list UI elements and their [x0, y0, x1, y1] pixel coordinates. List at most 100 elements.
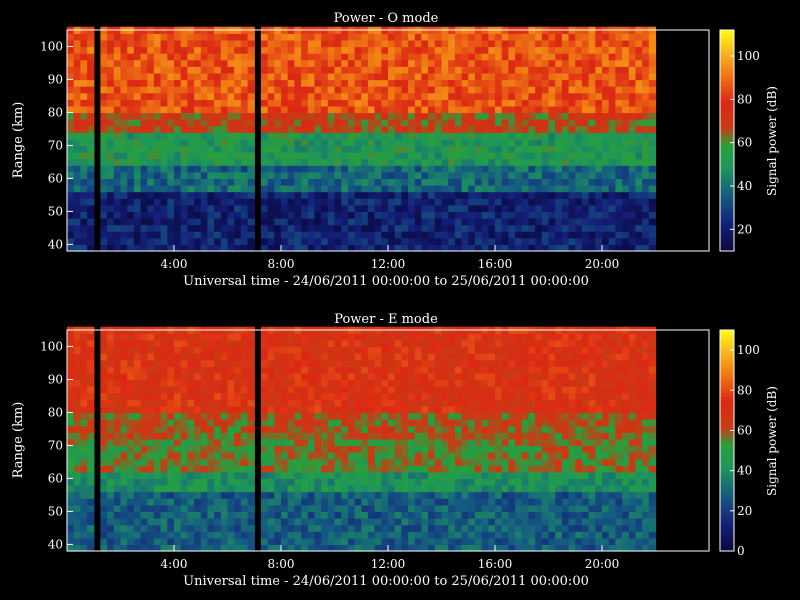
heatmap-cell — [167, 366, 175, 374]
heatmap-cell — [441, 504, 449, 512]
heatmap-cell — [414, 531, 423, 539]
heatmap-cell — [535, 185, 543, 193]
heatmap-cell — [454, 366, 463, 374]
heatmap-cell — [448, 86, 456, 94]
heatmap-cell — [341, 366, 349, 374]
heatmap-cell — [367, 204, 376, 212]
heatmap-cell — [401, 478, 409, 486]
heatmap-cell — [234, 218, 242, 226]
heatmap-cell — [381, 518, 389, 526]
heatmap-cell — [521, 53, 530, 61]
heatmap-cell — [73, 392, 81, 400]
heatmap-cell — [361, 152, 369, 160]
heatmap-cell — [234, 346, 242, 354]
heatmap-cell — [174, 518, 182, 526]
heatmap-cell — [454, 138, 463, 147]
heatmap-cell — [608, 145, 616, 153]
heatmap-cell — [167, 372, 175, 381]
heatmap-cell — [240, 171, 249, 179]
heatmap-cell — [394, 405, 402, 414]
heatmap-cell — [421, 504, 429, 512]
heatmap-cell — [274, 511, 282, 519]
heatmap-cell — [341, 105, 349, 114]
heatmap-cell — [240, 465, 249, 473]
heatmap-cell — [160, 537, 168, 545]
heatmap-cell — [267, 524, 275, 532]
heatmap-cell — [515, 171, 523, 179]
heatmap-cell — [234, 92, 242, 100]
heatmap-cell — [381, 445, 389, 453]
heatmap-cell — [180, 165, 188, 173]
y-tick-label: 60 — [48, 171, 63, 185]
heatmap-cell — [622, 165, 630, 173]
heatmap-cell — [488, 33, 496, 41]
heatmap-cell — [414, 185, 423, 193]
heatmap-cell — [501, 165, 509, 173]
heatmap-cell — [281, 79, 289, 87]
heatmap-cell — [160, 531, 168, 539]
heatmap-cell — [347, 498, 356, 506]
heatmap-cell — [367, 53, 376, 61]
heatmap-cell — [200, 511, 209, 519]
heatmap-cell — [133, 339, 142, 348]
heatmap-cell — [347, 72, 356, 81]
heatmap-cell — [528, 112, 536, 120]
heatmap-cell — [568, 132, 576, 140]
heatmap-cell — [240, 185, 249, 193]
heatmap-cell — [461, 171, 469, 179]
heatmap-cell — [367, 366, 376, 374]
heatmap-cell — [227, 53, 235, 61]
heatmap-cell — [67, 178, 75, 186]
heatmap-cell — [153, 405, 162, 414]
heatmap-cell — [388, 379, 396, 387]
heatmap-cell — [461, 498, 469, 506]
heatmap-cell — [294, 218, 302, 226]
heatmap-cell — [454, 425, 463, 433]
heatmap-cell — [301, 145, 309, 153]
heatmap-cell — [468, 33, 476, 41]
heatmap-cell — [174, 445, 182, 453]
heatmap-cell — [381, 191, 389, 199]
heatmap-cell — [448, 412, 456, 420]
heatmap-cell — [588, 105, 596, 114]
heatmap-cell — [401, 105, 409, 114]
heatmap-cell — [461, 125, 469, 133]
heatmap-cell — [247, 452, 255, 460]
heatmap-cell — [107, 537, 115, 545]
heatmap-cell — [481, 39, 489, 48]
heatmap-cell — [107, 178, 115, 186]
heatmap-cell — [260, 59, 269, 67]
heatmap-cell — [294, 419, 302, 427]
heatmap-cell — [274, 379, 282, 387]
heatmap-cell — [140, 79, 148, 87]
heatmap-cell — [133, 211, 142, 219]
heatmap-cell — [548, 132, 556, 140]
heatmap-cell — [100, 33, 108, 41]
heatmap-cell — [287, 158, 295, 166]
heatmap-cell — [474, 92, 483, 100]
heatmap-cell — [602, 211, 610, 219]
heatmap-cell — [361, 178, 369, 186]
heatmap-cell — [428, 237, 436, 245]
heatmap-cell — [307, 333, 316, 341]
heatmap-cell — [414, 204, 423, 212]
heatmap-cell — [628, 59, 637, 67]
heatmap-cell — [120, 531, 128, 539]
heatmap-cell — [374, 204, 382, 212]
heatmap-cell — [341, 112, 349, 120]
heatmap-cell — [80, 379, 88, 387]
heatmap-cell — [561, 185, 570, 193]
heatmap-cell — [461, 491, 469, 499]
heatmap-cell — [327, 66, 336, 74]
heatmap-cell — [274, 386, 282, 394]
heatmap-cell — [495, 53, 503, 61]
heatmap-cell — [401, 39, 409, 48]
heatmap-cell — [281, 33, 289, 41]
heatmap-cell — [414, 105, 423, 114]
colorbar-swatch — [720, 162, 734, 167]
heatmap-cell — [227, 518, 235, 526]
heatmap-cell — [301, 425, 309, 433]
heatmap-cell — [421, 224, 429, 232]
heatmap-cell — [234, 537, 242, 545]
heatmap-cell — [260, 86, 269, 94]
